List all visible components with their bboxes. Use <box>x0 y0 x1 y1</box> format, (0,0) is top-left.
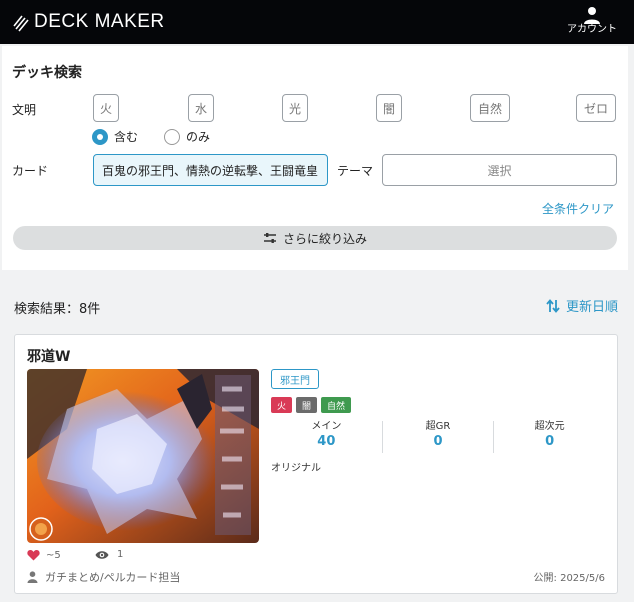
deck-stats: メイン 40 超GR 0 超次元 0 <box>271 421 605 453</box>
civ-badge-nature: 自然 <box>321 397 352 413</box>
civ-water-toggle[interactable]: 水 <box>188 94 214 122</box>
logo[interactable]: DECK MAKER <box>12 10 165 34</box>
radio-include-label[interactable]: 含む <box>114 128 138 145</box>
radio-include[interactable] <box>92 128 108 145</box>
match-mode-group: 含む のみ <box>92 128 236 145</box>
views-count: 1 <box>117 549 124 560</box>
likes-count: ~5 <box>46 549 61 561</box>
sort-icon <box>546 298 560 313</box>
account-icon <box>584 7 600 24</box>
sliders-icon <box>263 233 276 243</box>
stat-hyperspatial-label: 超次元 <box>534 421 565 432</box>
stat-gr-label: 超GR <box>425 421 451 432</box>
author[interactable]: ガチまとめ/ペルカード担当 <box>27 569 180 585</box>
deck-name[interactable]: 邪道W <box>27 346 70 366</box>
civ-badge-fire: 火 <box>271 397 293 413</box>
civilization-label: 文明 <box>12 103 37 117</box>
civ-zero-toggle[interactable]: ゼロ <box>576 94 616 122</box>
sort-label: 更新日順 <box>565 300 618 315</box>
theme-label: テーマ <box>337 164 374 178</box>
refine-button[interactable]: さらに絞り込み <box>13 226 617 250</box>
deck-card[interactable]: 邪道W 邪王門 火 闇 自然 メイン 40 超GR 0 超次元 0 オリジナル … <box>14 334 618 594</box>
stat-hyperspatial-value: 0 <box>545 434 555 449</box>
account-button[interactable]: アカウント <box>566 6 618 36</box>
civ-nature-toggle[interactable]: 自然 <box>470 94 510 122</box>
stat-hyperspatial: 超次元 0 <box>494 421 605 453</box>
card-search-input[interactable]: 百鬼の邪王門、情熱の逆転撃、王闘竜皇 <box>93 154 328 186</box>
published-date: 公開: 2025/5/6 <box>533 573 605 584</box>
stat-gr: 超GR 0 <box>383 421 495 453</box>
card-label: カード <box>12 164 49 178</box>
deck-search-panel: デッキ検索 文明 火 水 光 闇 自然 ゼロ 含む のみ カード 百鬼の邪王門、… <box>2 46 628 270</box>
logo-text: DECK MAKER <box>34 11 165 32</box>
panel-title: デッキ検索 <box>12 65 82 81</box>
heart-icon <box>27 549 40 561</box>
deck-thumbnail[interactable] <box>27 369 259 543</box>
sort-button[interactable]: 更新日順 <box>545 296 618 315</box>
clear-all-link[interactable]: 全条件クリア <box>542 200 614 217</box>
top-bar: DECK MAKER アカウント <box>0 0 634 44</box>
civ-badges: 火 闇 自然 <box>271 397 355 413</box>
radio-only-label[interactable]: のみ <box>186 128 210 145</box>
stat-main: メイン 40 <box>271 421 383 453</box>
civ-darkness-toggle[interactable]: 闇 <box>376 94 402 122</box>
stat-main-value: 40 <box>317 434 336 449</box>
civ-badge-darkness: 闇 <box>296 397 318 413</box>
deck-maker-logo-icon <box>13 15 29 32</box>
radio-only[interactable] <box>164 128 181 145</box>
theme-tag[interactable]: 邪王門 <box>271 369 319 389</box>
stat-main-label: メイン <box>311 421 342 432</box>
author-name: ガチまとめ/ペルカード担当 <box>45 571 181 584</box>
deck-format: オリジナル <box>271 463 321 474</box>
likes[interactable]: ~5 <box>27 549 61 561</box>
stat-gr-value: 0 <box>433 434 443 449</box>
theme-select[interactable]: 選択 <box>382 154 617 186</box>
refine-label: さらに絞り込み <box>282 231 367 246</box>
user-icon <box>27 571 38 583</box>
results-count: 検索結果：8件 <box>14 302 101 317</box>
eye-icon <box>95 550 109 559</box>
account-label: アカウント <box>567 24 617 35</box>
civ-fire-toggle[interactable]: 火 <box>93 94 119 122</box>
deck-artwork <box>27 369 259 543</box>
civ-light-toggle[interactable]: 光 <box>282 94 308 122</box>
views: 1 <box>95 549 123 560</box>
